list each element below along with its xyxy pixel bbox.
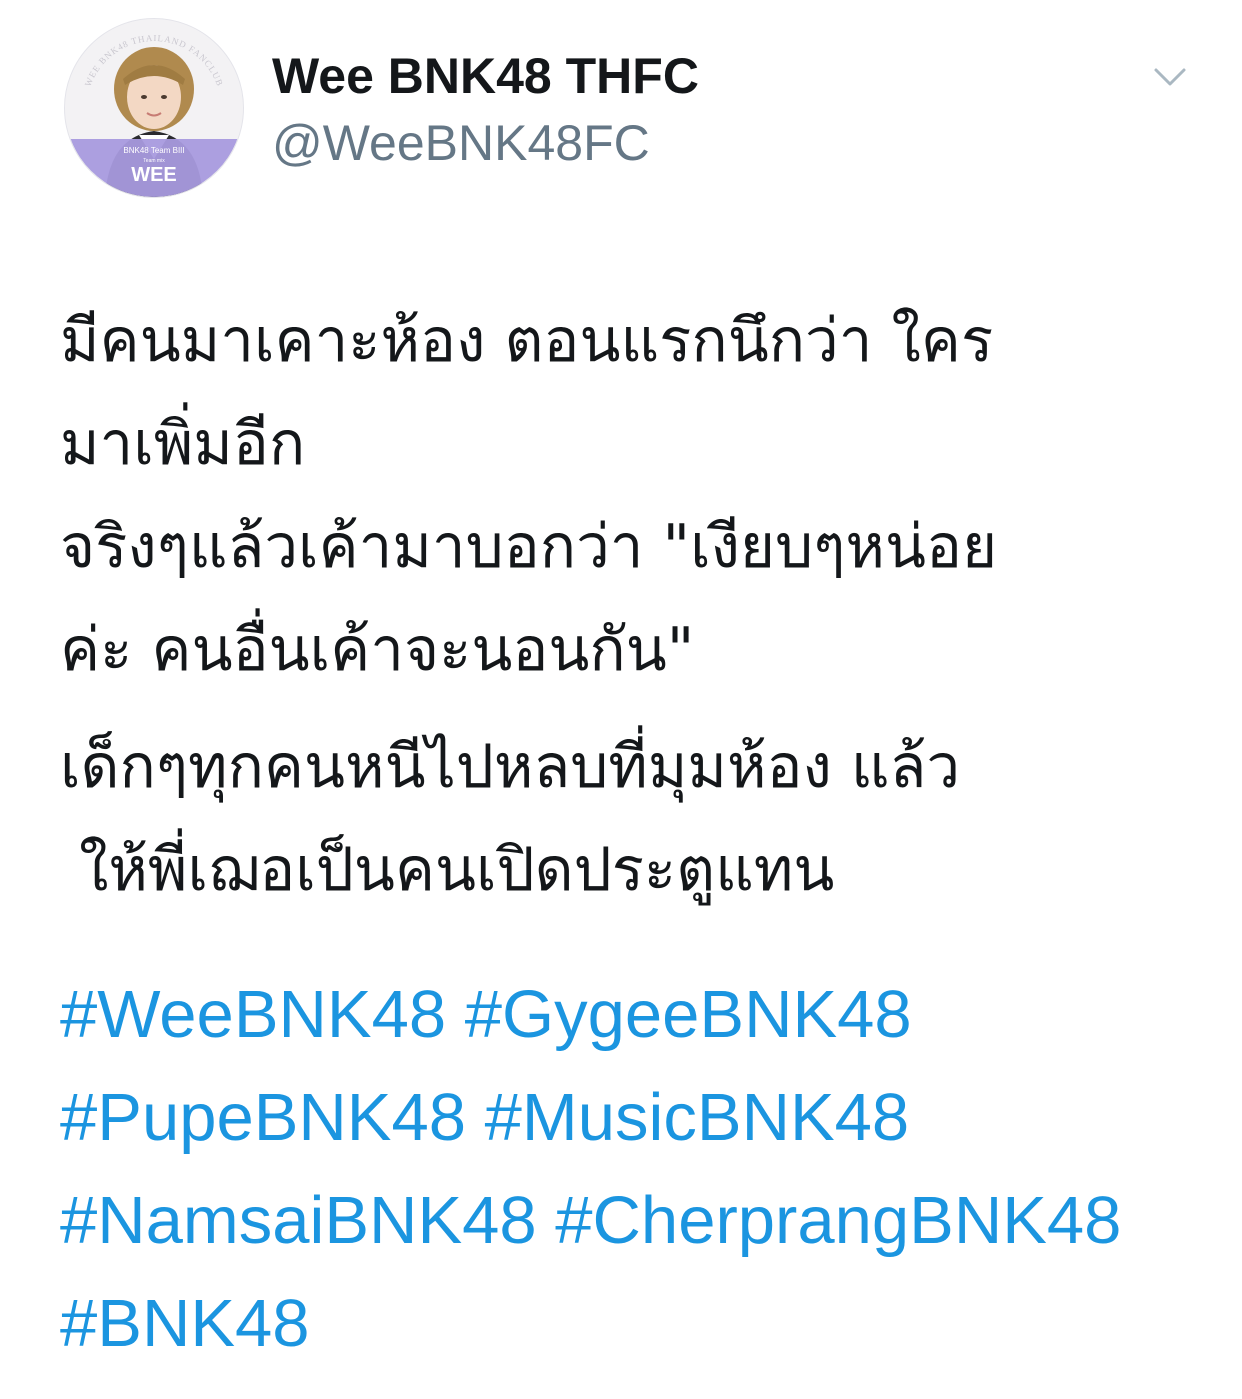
hashtag-row: #NamsaiBNK48 #CherprangBNK48 [60,1169,1220,1272]
profile-avatar[interactable]: BNK48 Team BIII Team mix WEE WEE BNK48 T… [64,18,244,198]
tweet-paragraph: เด็กๆทุกคนหนีไปหลบที่มุมห้อง แล้ว ให้พี่… [60,716,1200,922]
user-handle[interactable]: @WeeBNK48FC [272,112,650,174]
tweet-line: มาเพิ่มอีก [60,409,306,479]
hashtag-link[interactable]: #GygeeBNK48 [465,977,912,1052]
avatar-badge-line1: BNK48 Team BIII [123,146,184,155]
hashtag-list: #WeeBNK48 #GygeeBNK48 #PupeBNK48 #MusicB… [60,963,1220,1375]
hashtag-link[interactable]: #BNK48 [60,1286,310,1361]
avatar-image: BNK48 Team BIII Team mix WEE WEE BNK48 T… [65,19,243,197]
hashtag-link[interactable]: #CherprangBNK48 [555,1183,1121,1258]
tweet-line: จริงๆแล้วเค้ามาบอกว่า "เงียบๆหน่อย [60,512,998,582]
tweet-line: เด็กๆทุกคนหนีไปหลบที่มุมห้อง แล้ว [60,732,961,802]
tweet: BNK48 Team BIII Team mix WEE WEE BNK48 T… [0,0,1242,1399]
avatar-badge-name: WEE [131,164,177,186]
hashtag-row: #WeeBNK48 #GygeeBNK48 [60,963,1220,1066]
hashtag-link[interactable]: #WeeBNK48 [60,977,446,1052]
tweet-line: ให้พี่เฌอเป็นคนเปิดประตูแทน [60,835,835,905]
hashtag-link[interactable]: #NamsaiBNK48 [60,1183,537,1258]
hashtag-row: #BNK48 [60,1272,1220,1375]
hashtag-link[interactable]: #PupeBNK48 [60,1080,466,1155]
tweet-line: มีคนมาเคาะห้อง ตอนแรกนึกว่า ใคร [60,306,994,376]
tweet-paragraph: มีคนมาเคาะห้อง ตอนแรกนึกว่า ใคร มาเพิ่มอ… [60,290,1200,702]
hashtag-row: #PupeBNK48 #MusicBNK48 [60,1066,1220,1169]
tweet-text: มีคนมาเคาะห้อง ตอนแรกนึกว่า ใคร มาเพิ่มอ… [60,290,1200,922]
tweet-line: ค่ะ คนอื่นเค้าจะนอนกัน" [60,615,695,685]
display-name[interactable]: Wee BNK48 THFC [272,45,699,107]
chevron-down-icon[interactable] [1140,50,1200,100]
hashtag-link[interactable]: #MusicBNK48 [485,1080,910,1155]
